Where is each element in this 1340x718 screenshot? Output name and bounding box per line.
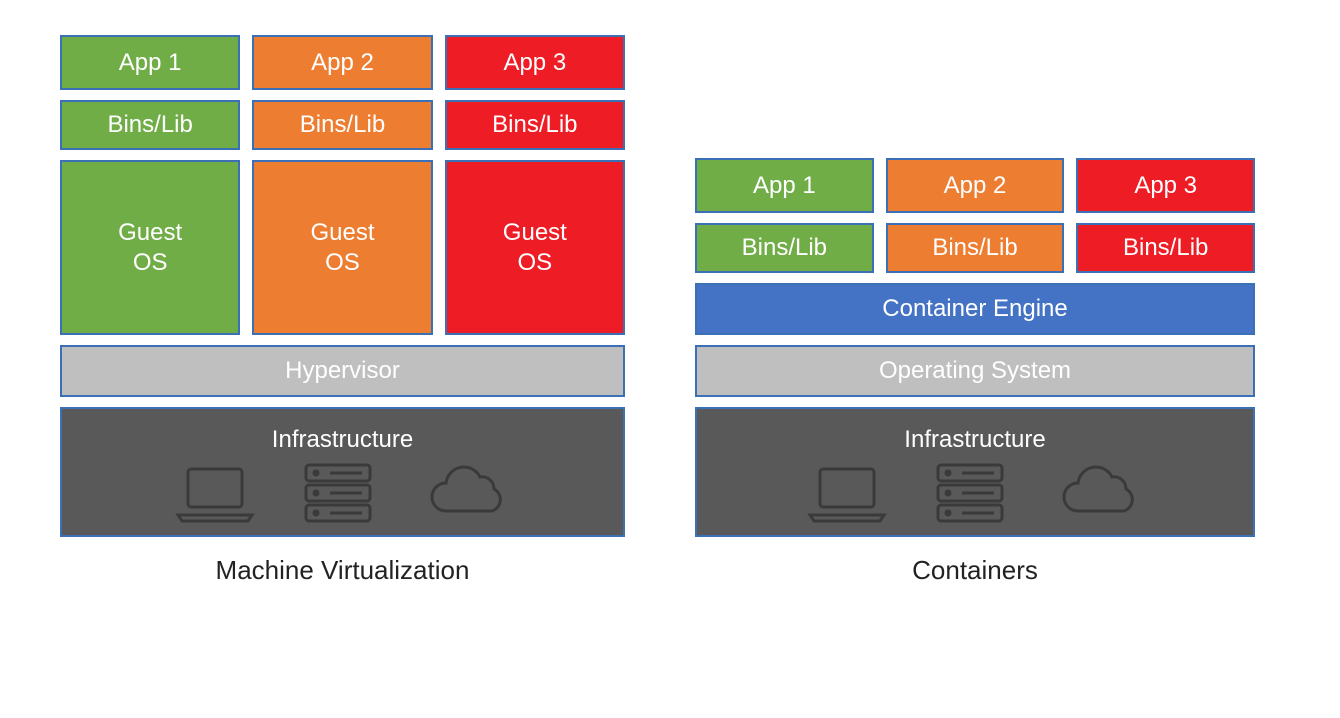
server-icon: [932, 461, 1008, 527]
ct-infrastructure-label: Infrastructure: [904, 425, 1045, 455]
cloud-icon: [418, 463, 514, 525]
diagram-canvas: App 1 App 2 App 3 Bins/Lib Bins/Lib Bins…: [0, 0, 1340, 606]
ct-lib-row: Bins/Lib Bins/Lib Bins/Lib: [695, 223, 1255, 273]
vm-guest-1: Guest OS: [60, 160, 240, 335]
vm-app-3: App 3: [445, 35, 625, 90]
ct-os: Operating System: [695, 345, 1255, 397]
ct-app-1: App 1: [695, 158, 874, 213]
vm-infra-icons: [172, 461, 514, 527]
vm-lib-3: Bins/Lib: [445, 100, 625, 150]
laptop-icon: [804, 463, 890, 525]
vm-lib-2: Bins/Lib: [252, 100, 432, 150]
vm-guest-2: Guest OS: [252, 160, 432, 335]
ct-stack: App 1 App 2 App 3 Bins/Lib Bins/Lib Bins…: [695, 158, 1255, 586]
ct-engine: Container Engine: [695, 283, 1255, 335]
vm-lib-row: Bins/Lib Bins/Lib Bins/Lib: [60, 100, 625, 150]
ct-lib-1: Bins/Lib: [695, 223, 874, 273]
vm-lib-1: Bins/Lib: [60, 100, 240, 150]
ct-app-row: App 1 App 2 App 3: [695, 158, 1255, 213]
ct-infra-icons: [804, 461, 1146, 527]
ct-caption: Containers: [695, 555, 1255, 586]
ct-infrastructure: Infrastructure: [695, 407, 1255, 537]
server-icon: [300, 461, 376, 527]
vm-app-row: App 1 App 2 App 3: [60, 35, 625, 90]
vm-infrastructure: Infrastructure: [60, 407, 625, 537]
vm-app-1: App 1: [60, 35, 240, 90]
vm-infrastructure-label: Infrastructure: [272, 425, 413, 455]
vm-stack: App 1 App 2 App 3 Bins/Lib Bins/Lib Bins…: [60, 35, 625, 586]
vm-hypervisor: Hypervisor: [60, 345, 625, 397]
laptop-icon: [172, 463, 258, 525]
ct-lib-2: Bins/Lib: [886, 223, 1065, 273]
vm-caption: Machine Virtualization: [60, 555, 625, 586]
ct-app-2: App 2: [886, 158, 1065, 213]
cloud-icon: [1050, 463, 1146, 525]
ct-lib-2: Bins/Lib: [1076, 223, 1255, 273]
vm-app-2: App 2: [252, 35, 432, 90]
vm-guest-3: Guest OS: [445, 160, 625, 335]
ct-app-3: App 3: [1076, 158, 1255, 213]
vm-guest-row: Guest OS Guest OS Guest OS: [60, 160, 625, 335]
